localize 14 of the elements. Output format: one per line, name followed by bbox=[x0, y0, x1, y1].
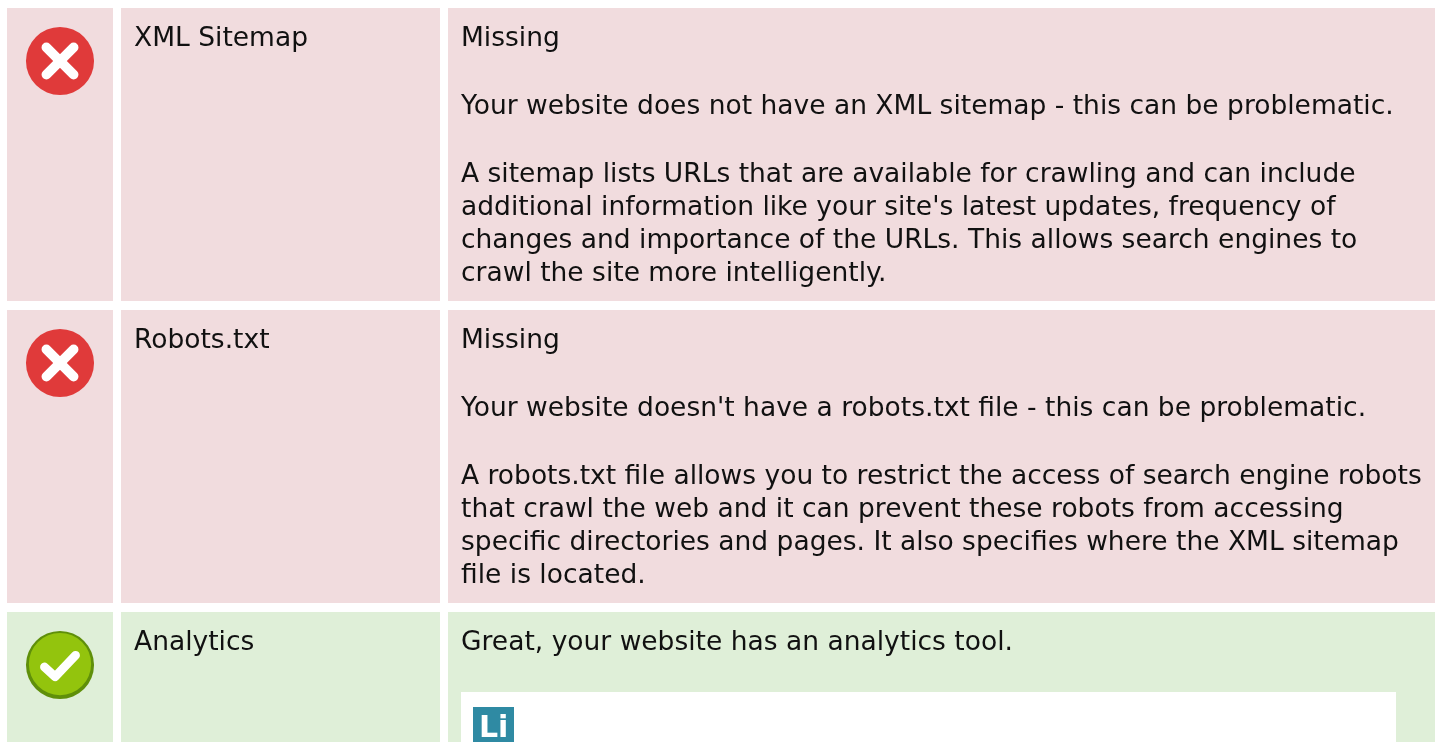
check-label: Analytics bbox=[134, 625, 255, 656]
result-text: Missing bbox=[461, 322, 561, 355]
description-text: Your website does not have an XML sitemap - this can be problematic. bbox=[461, 88, 1395, 121]
check-label: Robots.txt bbox=[134, 323, 270, 354]
result-text: Great, your website has an analytics tool. bbox=[461, 624, 1014, 657]
check-icon bbox=[25, 630, 95, 700]
error-icon bbox=[25, 26, 95, 96]
result-text: Missing bbox=[461, 20, 561, 53]
description-text: A sitemap lists URLs that are available for crawling and can include additional information like your site's latest updates, frequency of changes and importance of the URLs. This allows search engines to crawl the site more intelligently. bbox=[461, 156, 1359, 288]
check-label: XML Sitemap bbox=[134, 21, 308, 52]
description-text: Your website doesn't have a robots.txt file - this can be problematic. bbox=[461, 390, 1368, 423]
description-text: A robots.txt file allows you to restrict the access of search engine robots that crawl the web and it can prevent these robots from accessing specific directories and pages. It also specifies where the XML sitemap file is located. bbox=[461, 458, 1422, 590]
error-icon bbox=[25, 328, 95, 398]
tool-logo: Li bbox=[473, 707, 515, 742]
